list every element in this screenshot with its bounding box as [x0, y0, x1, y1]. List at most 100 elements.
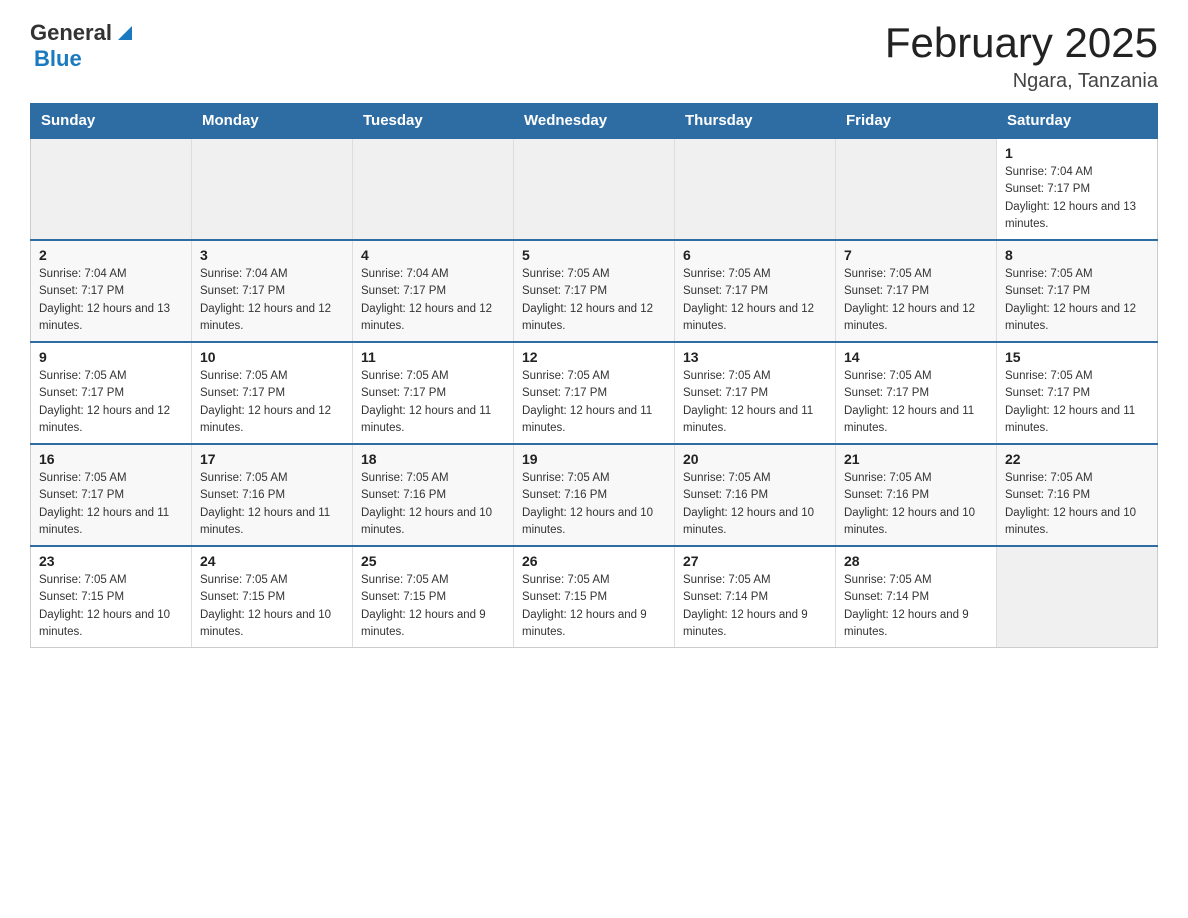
day-number: 1: [1005, 145, 1149, 161]
calendar-cell: [192, 138, 353, 240]
calendar-week-row: 9 Sunrise: 7:05 AM Sunset: 7:17 PM Daylig…: [31, 342, 1158, 444]
calendar-cell: [514, 138, 675, 240]
calendar-cell: [997, 546, 1158, 648]
day-info: Sunrise: 7:05 AM Sunset: 7:15 PM Dayligh…: [522, 572, 666, 641]
calendar-cell: 26 Sunrise: 7:05 AM Sunset: 7:15 PM Dayli…: [514, 546, 675, 648]
day-number: 23: [39, 553, 183, 569]
calendar-cell: 3 Sunrise: 7:04 AM Sunset: 7:17 PM Daylig…: [192, 240, 353, 342]
logo-general-text: General: [30, 20, 112, 46]
day-info: Sunrise: 7:05 AM Sunset: 7:14 PM Dayligh…: [683, 572, 827, 641]
calendar-week-row: 1 Sunrise: 7:04 AM Sunset: 7:17 PM Daylig…: [31, 138, 1158, 240]
calendar-cell: 19 Sunrise: 7:05 AM Sunset: 7:16 PM Dayli…: [514, 444, 675, 546]
day-info: Sunrise: 7:05 AM Sunset: 7:17 PM Dayligh…: [39, 470, 183, 539]
day-info: Sunrise: 7:05 AM Sunset: 7:17 PM Dayligh…: [844, 266, 988, 335]
month-title: February 2025: [885, 20, 1158, 66]
weekday-header-friday: Friday: [836, 104, 997, 139]
day-info: Sunrise: 7:05 AM Sunset: 7:17 PM Dayligh…: [361, 368, 505, 437]
calendar-cell: 11 Sunrise: 7:05 AM Sunset: 7:17 PM Dayli…: [353, 342, 514, 444]
logo-blue-text: Blue: [34, 46, 82, 71]
weekday-header-wednesday: Wednesday: [514, 104, 675, 139]
day-number: 18: [361, 451, 505, 467]
day-number: 27: [683, 553, 827, 569]
day-number: 9: [39, 349, 183, 365]
day-number: 3: [200, 247, 344, 263]
day-number: 25: [361, 553, 505, 569]
day-number: 26: [522, 553, 666, 569]
day-info: Sunrise: 7:05 AM Sunset: 7:16 PM Dayligh…: [200, 470, 344, 539]
day-number: 7: [844, 247, 988, 263]
day-number: 13: [683, 349, 827, 365]
day-number: 17: [200, 451, 344, 467]
calendar-cell: 14 Sunrise: 7:05 AM Sunset: 7:17 PM Dayli…: [836, 342, 997, 444]
day-info: Sunrise: 7:04 AM Sunset: 7:17 PM Dayligh…: [361, 266, 505, 335]
calendar-cell: 28 Sunrise: 7:05 AM Sunset: 7:14 PM Dayli…: [836, 546, 997, 648]
day-info: Sunrise: 7:04 AM Sunset: 7:17 PM Dayligh…: [200, 266, 344, 335]
weekday-header-tuesday: Tuesday: [353, 104, 514, 139]
day-number: 14: [844, 349, 988, 365]
day-info: Sunrise: 7:05 AM Sunset: 7:15 PM Dayligh…: [361, 572, 505, 641]
day-info: Sunrise: 7:05 AM Sunset: 7:17 PM Dayligh…: [844, 368, 988, 437]
day-info: Sunrise: 7:05 AM Sunset: 7:15 PM Dayligh…: [200, 572, 344, 641]
calendar-table: SundayMondayTuesdayWednesdayThursdayFrid…: [30, 103, 1158, 648]
logo: General Blue: [30, 20, 136, 72]
day-number: 22: [1005, 451, 1149, 467]
calendar-cell: 4 Sunrise: 7:04 AM Sunset: 7:17 PM Daylig…: [353, 240, 514, 342]
day-info: Sunrise: 7:05 AM Sunset: 7:17 PM Dayligh…: [1005, 266, 1149, 335]
day-number: 16: [39, 451, 183, 467]
day-info: Sunrise: 7:05 AM Sunset: 7:17 PM Dayligh…: [1005, 368, 1149, 437]
day-number: 4: [361, 247, 505, 263]
calendar-cell: 15Sunrise: 7:05 AM Sunset: 7:17 PM Dayli…: [997, 342, 1158, 444]
calendar-cell: [836, 138, 997, 240]
day-number: 24: [200, 553, 344, 569]
day-info: Sunrise: 7:05 AM Sunset: 7:16 PM Dayligh…: [522, 470, 666, 539]
location-title: Ngara, Tanzania: [885, 70, 1158, 93]
day-number: 19: [522, 451, 666, 467]
calendar-header-row: SundayMondayTuesdayWednesdayThursdayFrid…: [31, 104, 1158, 139]
day-number: 2: [39, 247, 183, 263]
calendar-cell: 10Sunrise: 7:05 AM Sunset: 7:17 PM Dayli…: [192, 342, 353, 444]
weekday-header-monday: Monday: [192, 104, 353, 139]
calendar-cell: 5 Sunrise: 7:05 AM Sunset: 7:17 PM Daylig…: [514, 240, 675, 342]
calendar-cell: 17 Sunrise: 7:05 AM Sunset: 7:16 PM Dayli…: [192, 444, 353, 546]
calendar-cell: [31, 138, 192, 240]
calendar-cell: 18 Sunrise: 7:05 AM Sunset: 7:16 PM Dayli…: [353, 444, 514, 546]
weekday-header-sunday: Sunday: [31, 104, 192, 139]
calendar-cell: 9Sunrise: 7:05 AM Sunset: 7:17 PM Daylig…: [31, 342, 192, 444]
day-info: Sunrise: 7:05 AM Sunset: 7:16 PM Dayligh…: [1005, 470, 1149, 539]
day-info: Sunrise: 7:05 AM Sunset: 7:14 PM Dayligh…: [844, 572, 988, 641]
calendar-cell: 16 Sunrise: 7:05 AM Sunset: 7:17 PM Dayli…: [31, 444, 192, 546]
day-info: Sunrise: 7:05 AM Sunset: 7:16 PM Dayligh…: [683, 470, 827, 539]
day-info: Sunrise: 7:04 AM Sunset: 7:17 PM Dayligh…: [1005, 164, 1149, 233]
day-number: 21: [844, 451, 988, 467]
calendar-cell: 21 Sunrise: 7:05 AM Sunset: 7:16 PM Dayli…: [836, 444, 997, 546]
calendar-cell: 12Sunrise: 7:05 AM Sunset: 7:17 PM Dayli…: [514, 342, 675, 444]
calendar-cell: 6Sunrise: 7:05 AM Sunset: 7:17 PM Daylig…: [675, 240, 836, 342]
weekday-header-thursday: Thursday: [675, 104, 836, 139]
day-info: Sunrise: 7:05 AM Sunset: 7:17 PM Dayligh…: [683, 266, 827, 335]
day-info: Sunrise: 7:05 AM Sunset: 7:16 PM Dayligh…: [361, 470, 505, 539]
day-number: 12: [522, 349, 666, 365]
logo-triangle-icon: [114, 22, 136, 44]
day-number: 10: [200, 349, 344, 365]
day-number: 5: [522, 247, 666, 263]
calendar-cell: 25 Sunrise: 7:05 AM Sunset: 7:15 PM Dayli…: [353, 546, 514, 648]
calendar-week-row: 16 Sunrise: 7:05 AM Sunset: 7:17 PM Dayli…: [31, 444, 1158, 546]
calendar-cell: 2 Sunrise: 7:04 AM Sunset: 7:17 PM Daylig…: [31, 240, 192, 342]
calendar-cell: 1 Sunrise: 7:04 AM Sunset: 7:17 PM Daylig…: [997, 138, 1158, 240]
day-info: Sunrise: 7:05 AM Sunset: 7:16 PM Dayligh…: [844, 470, 988, 539]
calendar-cell: 20 Sunrise: 7:05 AM Sunset: 7:16 PM Dayli…: [675, 444, 836, 546]
day-info: Sunrise: 7:05 AM Sunset: 7:17 PM Dayligh…: [522, 266, 666, 335]
day-number: 28: [844, 553, 988, 569]
calendar-cell: 27 Sunrise: 7:05 AM Sunset: 7:14 PM Dayli…: [675, 546, 836, 648]
calendar-cell: [675, 138, 836, 240]
calendar-cell: 8 Sunrise: 7:05 AM Sunset: 7:17 PM Daylig…: [997, 240, 1158, 342]
calendar-cell: 22 Sunrise: 7:05 AM Sunset: 7:16 PM Dayli…: [997, 444, 1158, 546]
page-header: General Blue February 2025 Ngara, Tanzan…: [30, 20, 1158, 93]
calendar-cell: 7 Sunrise: 7:05 AM Sunset: 7:17 PM Daylig…: [836, 240, 997, 342]
calendar-week-row: 23 Sunrise: 7:05 AM Sunset: 7:15 PM Dayli…: [31, 546, 1158, 648]
day-number: 8: [1005, 247, 1149, 263]
day-info: Sunrise: 7:04 AM Sunset: 7:17 PM Dayligh…: [39, 266, 183, 335]
calendar-cell: 24 Sunrise: 7:05 AM Sunset: 7:15 PM Dayli…: [192, 546, 353, 648]
day-number: 20: [683, 451, 827, 467]
day-number: 11: [361, 349, 505, 365]
